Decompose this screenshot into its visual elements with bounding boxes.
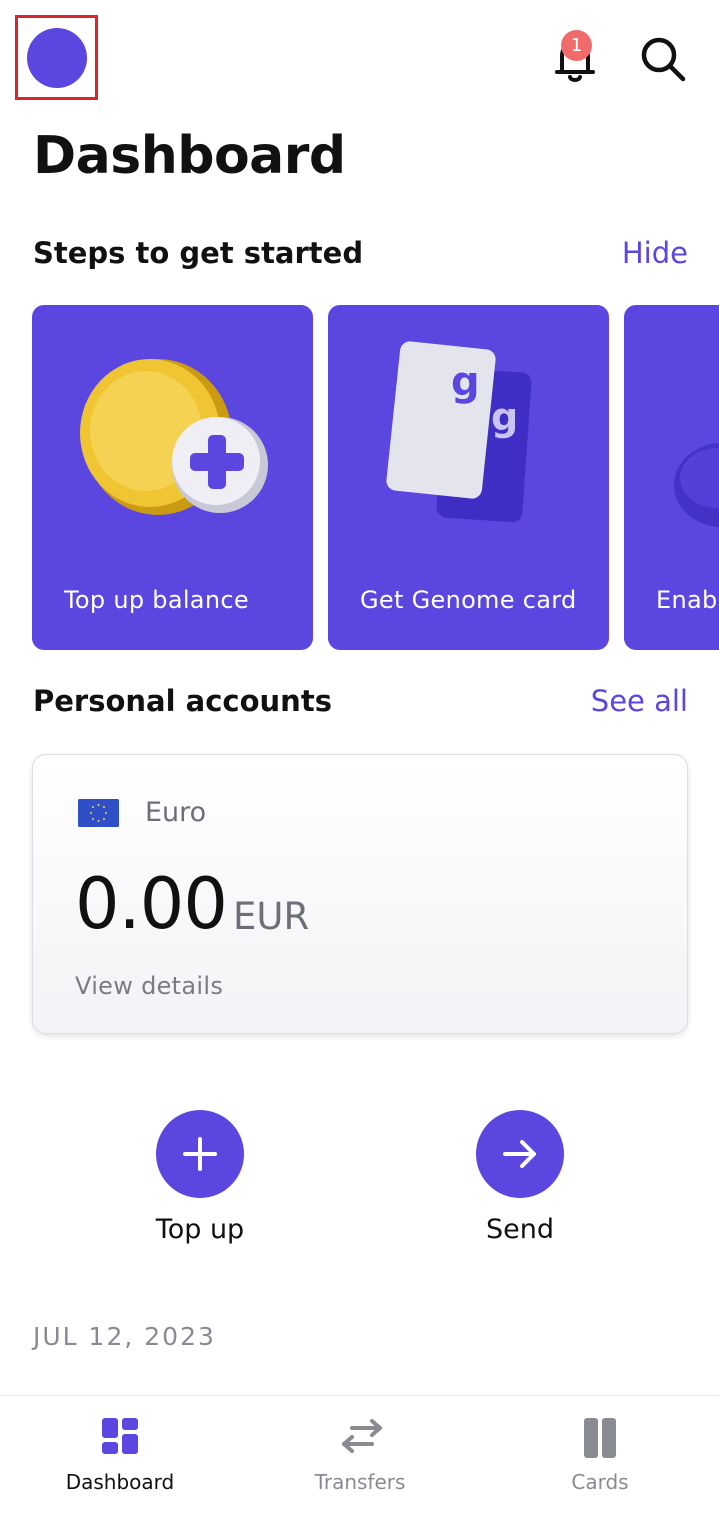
coin-plus-icon: [80, 359, 268, 515]
step-card-label: Top up balance: [64, 586, 249, 614]
steps-section-header: Steps to get started Hide: [33, 236, 688, 276]
accounts-section-header: Personal accounts See all: [33, 684, 688, 724]
plus-icon: [183, 1137, 217, 1171]
step-card-top-up[interactable]: Top up balance: [32, 305, 313, 650]
avatar-highlight-frame: [15, 15, 98, 100]
grid-icon: [102, 1418, 138, 1454]
step-card-label: Get Genome card: [360, 586, 577, 614]
nav-item-transfers[interactable]: Transfers: [260, 1396, 460, 1519]
view-details-link[interactable]: View details: [75, 972, 223, 1000]
search-icon[interactable]: [638, 34, 688, 84]
top-up-label: Top up: [155, 1214, 245, 1245]
send-button[interactable]: [476, 1110, 564, 1198]
top-up-action[interactable]: Top up: [120, 1110, 280, 1250]
send-label: Send: [485, 1214, 554, 1245]
cards-nav-icon: [584, 1418, 616, 1458]
accounts-section-title: Personal accounts: [33, 684, 332, 718]
notification-badge: 1: [561, 30, 592, 61]
step-card-genome-card[interactable]: g g Get Genome card: [328, 305, 609, 650]
top-bar: 1: [0, 0, 719, 110]
svg-text:g: g: [451, 359, 480, 405]
see-all-accounts-link[interactable]: See all: [591, 684, 688, 718]
sphere-icon: [674, 443, 719, 527]
nav-item-dashboard[interactable]: Dashboard: [20, 1396, 220, 1519]
arrow-right-icon: [503, 1140, 536, 1168]
steps-section-title: Steps to get started: [33, 236, 364, 270]
page-title: Dashboard: [33, 126, 346, 186]
top-up-button[interactable]: [156, 1110, 244, 1198]
account-name: Euro: [145, 797, 207, 828]
nav-label: Transfers: [314, 1470, 406, 1494]
avatar[interactable]: [27, 28, 87, 88]
svg-text:g: g: [491, 395, 518, 439]
steps-carousel[interactable]: Top up balance g g Get Genome card Enab: [0, 305, 719, 651]
transactions-date-header: JUL 12, 2023: [33, 1322, 216, 1351]
step-card-label: Enab: [656, 586, 718, 614]
nav-label: Cards: [571, 1470, 629, 1494]
step-card-enable[interactable]: Enab: [624, 305, 719, 650]
account-balance: 0.00: [75, 863, 228, 945]
hide-steps-link[interactable]: Hide: [622, 236, 688, 270]
swap-icon: [342, 1419, 382, 1453]
nav-item-cards[interactable]: Cards: [500, 1396, 700, 1519]
account-currency: EUR: [233, 895, 310, 938]
euro-account-card[interactable]: Euro 0.00 EUR View details: [32, 754, 688, 1034]
nav-label: Dashboard: [65, 1470, 175, 1494]
send-action[interactable]: Send: [440, 1110, 600, 1250]
eu-flag-icon: [78, 799, 119, 827]
cards-icon: g g: [386, 341, 532, 523]
bottom-navigation: Dashboard Transfers Cards: [0, 1395, 719, 1519]
